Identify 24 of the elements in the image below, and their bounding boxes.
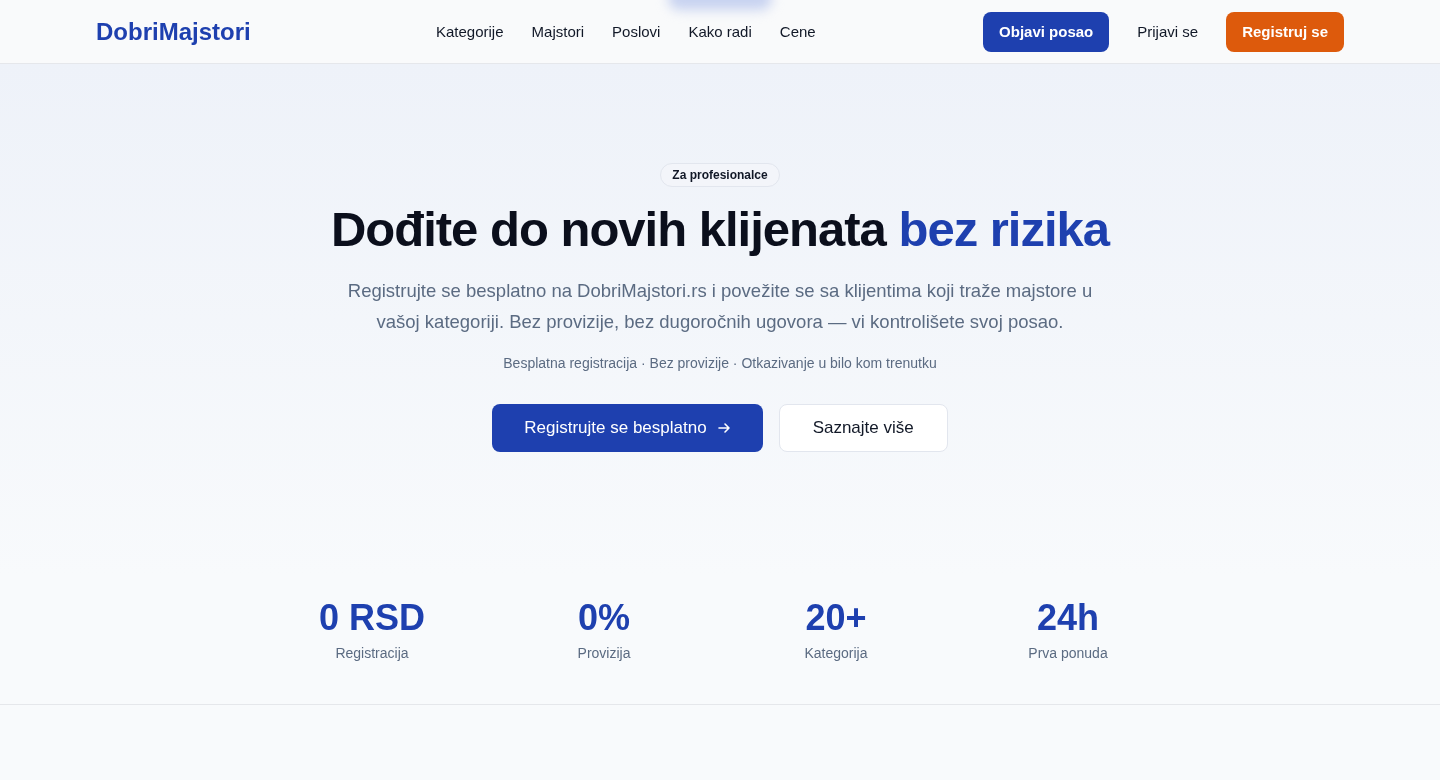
nav-link[interactable]: Kategorije: [436, 23, 504, 40]
arrow-right-icon: [716, 421, 731, 435]
nav-link[interactable]: Poslovi: [612, 23, 661, 40]
stat-label: Kategorija: [804, 645, 868, 661]
nav-link[interactable]: Kako radi: [688, 23, 752, 40]
hero-description: Registrujte se besplatno na DobriMajstori.rs i povežite se sa klijentima koji traže majstore u vašoj kategoriji. Bez provizije, bez dugoročnih ugovora — vi kontrolišete svoj posao.: [346, 279, 1094, 334]
register-free-button[interactable]: Registrujte se besplatno: [492, 404, 763, 452]
learn-more-button[interactable]: Saznajte više: [778, 404, 948, 452]
badge: Za profesionalce: [660, 163, 780, 187]
feature-list: Besplatna registracija · Bez provizije · Otkazivanje u bilo kom trenutku: [503, 355, 937, 371]
nav-link[interactable]: Majstori: [531, 23, 585, 40]
logo[interactable]: DobriMajstori: [96, 17, 436, 46]
stat-value: 0 RSD: [319, 597, 425, 639]
nav-link[interactable]: Cene: [779, 23, 816, 40]
stat-label: Prva ponuda: [1028, 645, 1108, 661]
login-link[interactable]: Prijavi se: [1127, 11, 1209, 52]
stat-label: Provizija: [577, 645, 631, 661]
post-job-button[interactable]: Objavi posao: [983, 11, 1110, 52]
stat-value: 0%: [578, 597, 630, 639]
stat-value: 20+: [805, 597, 867, 639]
hero-title: Dođite do novih klijenata bez rizika: [330, 201, 1110, 257]
stat-label: Registracija: [335, 645, 409, 661]
stat-value: 24h: [1036, 597, 1099, 639]
register-button[interactable]: Registruj se: [1226, 11, 1344, 52]
